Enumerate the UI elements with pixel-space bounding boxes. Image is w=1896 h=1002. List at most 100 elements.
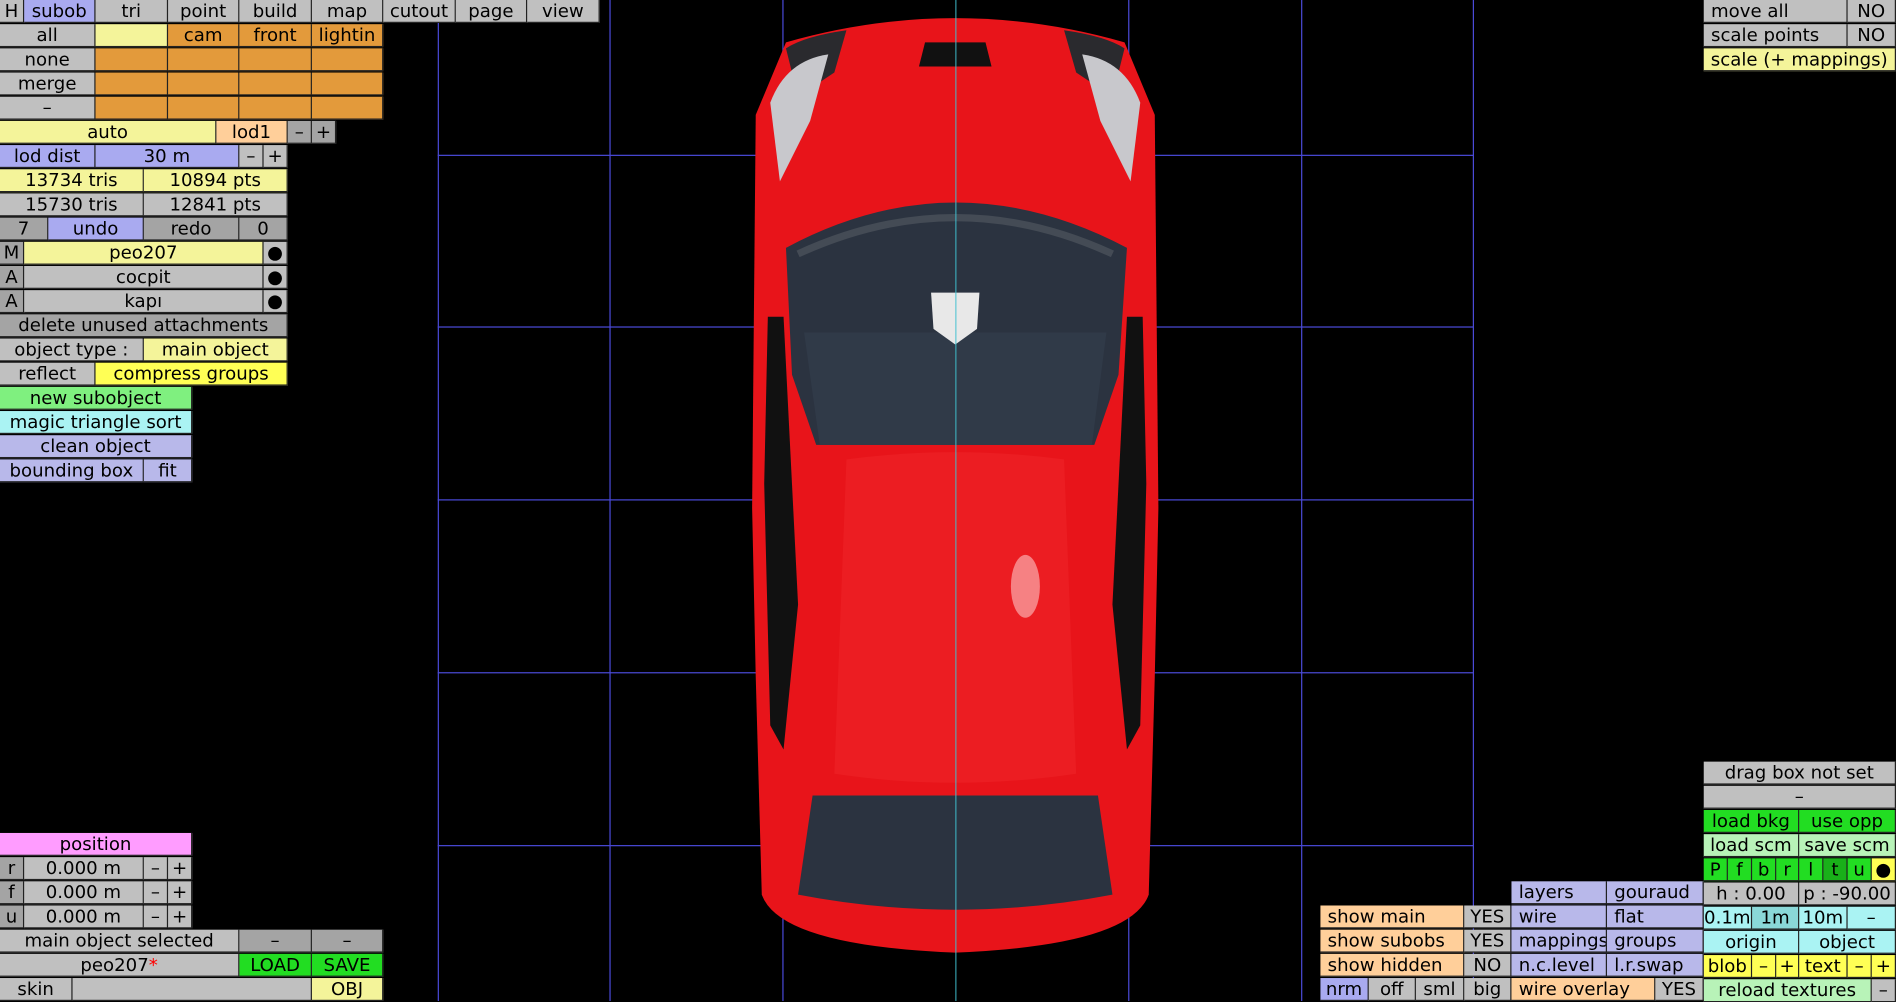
select-slot[interactable] [311, 96, 384, 120]
grid-10m-button[interactable]: 10m [1799, 906, 1848, 930]
view-l-button[interactable]: l [1799, 858, 1824, 882]
grid-1m-button[interactable]: 1m [1752, 906, 1800, 930]
wire-button[interactable]: wire [1511, 905, 1608, 929]
show-hidden-value[interactable]: NO [1464, 953, 1512, 977]
lr-swap-button[interactable]: l.r.swap [1607, 953, 1704, 977]
compress-groups-button[interactable]: compress groups [95, 362, 288, 386]
text-plus-button[interactable]: + [1871, 955, 1896, 979]
mappings-button[interactable]: mappings [1511, 929, 1608, 953]
position-r-plus[interactable]: + [168, 857, 193, 881]
select-all-button[interactable]: all [0, 24, 96, 48]
view-t-button[interactable]: t [1823, 858, 1848, 882]
tab-subob[interactable]: subob [24, 0, 96, 23]
position-r-minus[interactable]: – [143, 857, 169, 881]
position-r-value[interactable]: 0.000 m [24, 857, 144, 881]
view-r-button[interactable]: r [1776, 858, 1800, 882]
reload-textures-button[interactable]: reload textures [1703, 979, 1872, 1002]
sml-button[interactable]: sml [1415, 978, 1465, 1001]
tab-view[interactable]: view [527, 0, 600, 23]
use-opp-button[interactable]: use opp [1799, 809, 1896, 833]
tab-cutout[interactable]: cutout [383, 0, 456, 23]
select-slot[interactable] [168, 72, 240, 96]
blob-plus-button[interactable]: + [1776, 955, 1800, 979]
select-slot[interactable] [168, 96, 240, 120]
select-slot[interactable] [239, 96, 312, 120]
scale-points-value[interactable]: NO [1847, 24, 1896, 48]
text-minus-button[interactable]: – [1847, 955, 1872, 979]
lighting-button[interactable]: lightin [311, 24, 384, 48]
new-subobject-button[interactable]: new subobject [0, 386, 193, 410]
text-button[interactable]: text [1799, 955, 1848, 979]
tab-point[interactable]: point [168, 0, 240, 23]
show-subobs-toggle[interactable]: show subobs [1320, 929, 1465, 953]
clean-object-button[interactable]: clean object [0, 435, 193, 459]
position-f-value[interactable]: 0.000 m [24, 881, 144, 905]
lod-dist-value[interactable]: 30 m [95, 145, 240, 169]
object-item-kapi[interactable]: kapı [24, 290, 264, 314]
nrm-button[interactable]: nrm [1320, 978, 1369, 1001]
move-all-value[interactable]: NO [1847, 0, 1896, 23]
flat-button[interactable]: flat [1607, 905, 1704, 929]
fit-button[interactable]: fit [143, 459, 193, 483]
scale-points-toggle[interactable]: scale points [1703, 24, 1848, 48]
show-subobs-value[interactable]: YES [1464, 929, 1512, 953]
tab-page[interactable]: page [455, 0, 528, 23]
layers-button[interactable]: layers [1511, 881, 1608, 905]
merge-button[interactable]: merge [0, 72, 96, 96]
show-main-toggle[interactable]: show main [1320, 905, 1465, 929]
delete-unused-attachments-button[interactable]: delete unused attachments [0, 314, 288, 338]
select-slot[interactable] [239, 72, 312, 96]
scale-mappings-button[interactable]: scale (+ mappings) [1703, 48, 1896, 72]
object-button[interactable]: object [1799, 930, 1896, 954]
blob-minus-button[interactable]: – [1752, 955, 1777, 979]
bounding-box-button[interactable]: bounding box [0, 459, 144, 483]
save-button[interactable]: SAVE [311, 953, 384, 977]
select-slot[interactable] [168, 48, 240, 72]
view-u-button[interactable]: u [1847, 858, 1872, 882]
reload-dash-button[interactable]: – [1871, 979, 1896, 1002]
view-p-button[interactable]: P [1703, 858, 1728, 882]
position-u-value[interactable]: 0.000 m [24, 905, 144, 929]
gouraud-button[interactable]: gouraud [1607, 881, 1704, 905]
lod-dist-minus-button[interactable]: – [239, 145, 264, 169]
off-button[interactable]: off [1368, 978, 1416, 1001]
select-slot[interactable] [311, 48, 384, 72]
object-dot-icon[interactable]: ● [263, 290, 288, 314]
origin-button[interactable]: origin [1703, 930, 1800, 954]
position-f-minus[interactable]: – [143, 881, 169, 905]
dash-button[interactable]: – [0, 96, 96, 120]
menu-h[interactable]: H [0, 0, 25, 23]
select-slot[interactable] [95, 24, 169, 48]
select-slot[interactable] [95, 72, 169, 96]
status-dash-1[interactable]: – [239, 929, 312, 953]
filename-field[interactable]: peo207* [0, 953, 240, 977]
cam-button[interactable]: cam [168, 24, 240, 48]
obj-button[interactable]: OBJ [311, 978, 384, 1001]
magic-triangle-sort-button[interactable]: magic triangle sort [0, 411, 193, 435]
tab-tri[interactable]: tri [95, 0, 169, 23]
lod-level[interactable]: lod1 [216, 120, 288, 144]
tab-build[interactable]: build [239, 0, 312, 23]
front-button[interactable]: front [239, 24, 312, 48]
undo-button[interactable]: undo [48, 217, 144, 241]
wire-overlay-value[interactable]: YES [1655, 978, 1704, 1001]
load-bkg-button[interactable]: load bkg [1703, 809, 1800, 833]
right-dash-button[interactable]: – [1703, 785, 1896, 809]
skin-field[interactable] [72, 978, 312, 1001]
grid-01m-button[interactable]: 0.1m [1703, 906, 1753, 930]
view-f-button[interactable]: f [1727, 858, 1753, 882]
object-type-value[interactable]: main object [143, 338, 288, 362]
big-button[interactable]: big [1464, 978, 1512, 1001]
position-f-plus[interactable]: + [168, 881, 193, 905]
lod-plus-button[interactable]: + [311, 120, 337, 144]
reflect-button[interactable]: reflect [0, 362, 96, 386]
lod-minus-button[interactable]: – [287, 120, 312, 144]
select-slot[interactable] [239, 48, 312, 72]
lod-dist-plus-button[interactable]: + [263, 145, 288, 169]
tab-map[interactable]: map [311, 0, 384, 23]
position-u-plus[interactable]: + [168, 905, 193, 929]
wire-overlay-toggle[interactable]: wire overlay [1511, 978, 1656, 1001]
auto-button[interactable]: auto [0, 120, 217, 144]
view-b-button[interactable]: b [1752, 858, 1777, 882]
object-item-cocpit[interactable]: cocpit [24, 265, 264, 289]
